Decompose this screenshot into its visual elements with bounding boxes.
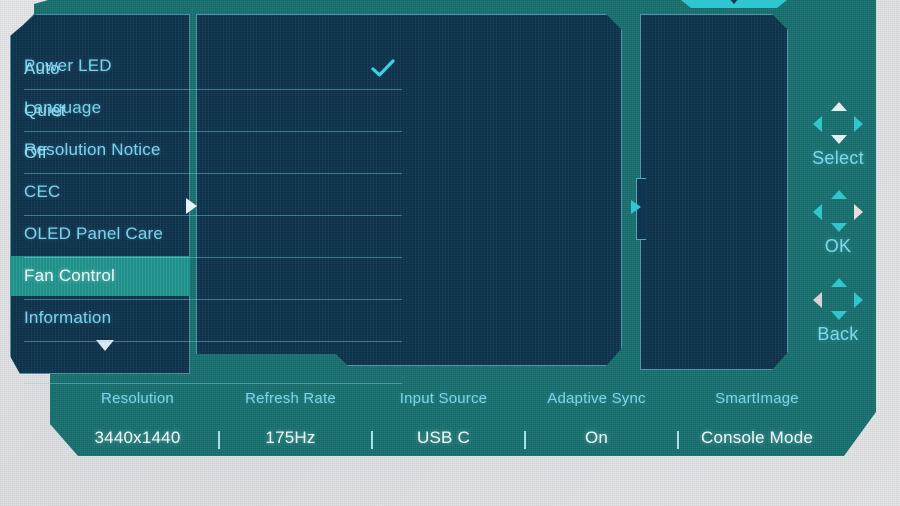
triangle-left-icon[interactable]	[813, 204, 822, 220]
triangle-left-icon[interactable]	[813, 292, 822, 308]
option-row-quiet[interactable]: Quiet	[24, 90, 402, 132]
status-value: Console Mode	[700, 428, 814, 447]
option-label: Off	[24, 142, 47, 162]
triangle-down-icon[interactable]	[831, 135, 847, 144]
triangle-up-icon[interactable]	[831, 190, 847, 199]
triangle-up-icon[interactable]	[831, 102, 847, 111]
triangle-right-icon[interactable]	[854, 116, 863, 132]
triangle-down-icon[interactable]	[831, 311, 847, 320]
dpad-label-back: Back	[817, 324, 859, 344]
dpad-arrows	[813, 102, 863, 148]
dpad-label-ok: OK	[824, 236, 852, 256]
navigation-controls: Select OK Back	[793, 14, 883, 366]
option-row-empty-4	[24, 216, 402, 258]
dpad-arrows	[813, 190, 863, 236]
dpad-ok[interactable]: OK	[793, 190, 883, 274]
triangle-right-icon	[186, 198, 197, 214]
triangle-down-icon[interactable]	[831, 223, 847, 232]
dpad-arrows	[813, 278, 863, 324]
status-label: SmartImage	[715, 390, 799, 407]
option-row-auto[interactable]: Auto	[24, 48, 402, 90]
option-label: Auto	[24, 58, 60, 78]
option-row-empty-6	[24, 300, 402, 342]
check-icon	[370, 58, 396, 78]
status-item-smartimage: SmartImage Console Mode	[652, 378, 862, 464]
triangle-left-icon[interactable]	[813, 116, 822, 132]
dpad-select[interactable]: Select	[793, 102, 883, 186]
chevron-down-icon	[728, 0, 740, 4]
option-label: Quiet	[24, 100, 66, 120]
dpad-label-select: Select	[812, 148, 864, 168]
triangle-up-icon[interactable]	[831, 278, 847, 287]
status-bar: Resolution 3440x1440 Refresh Rate 175Hz Inpu…	[28, 378, 862, 464]
triangle-right-icon[interactable]	[854, 292, 863, 308]
option-row-empty-3	[24, 174, 402, 216]
dpad-back[interactable]: Back	[793, 278, 883, 362]
triangle-right-icon	[631, 200, 641, 214]
option-row-empty-5	[24, 258, 402, 300]
osd-top-tab[interactable]	[681, 0, 787, 8]
detail-panel	[640, 14, 788, 370]
triangle-right-icon[interactable]	[854, 204, 863, 220]
option-row-off[interactable]: Off	[24, 132, 402, 174]
monitor-osd-screen: Power LED Language Resolution Notice CEC OLE…	[0, 0, 900, 506]
